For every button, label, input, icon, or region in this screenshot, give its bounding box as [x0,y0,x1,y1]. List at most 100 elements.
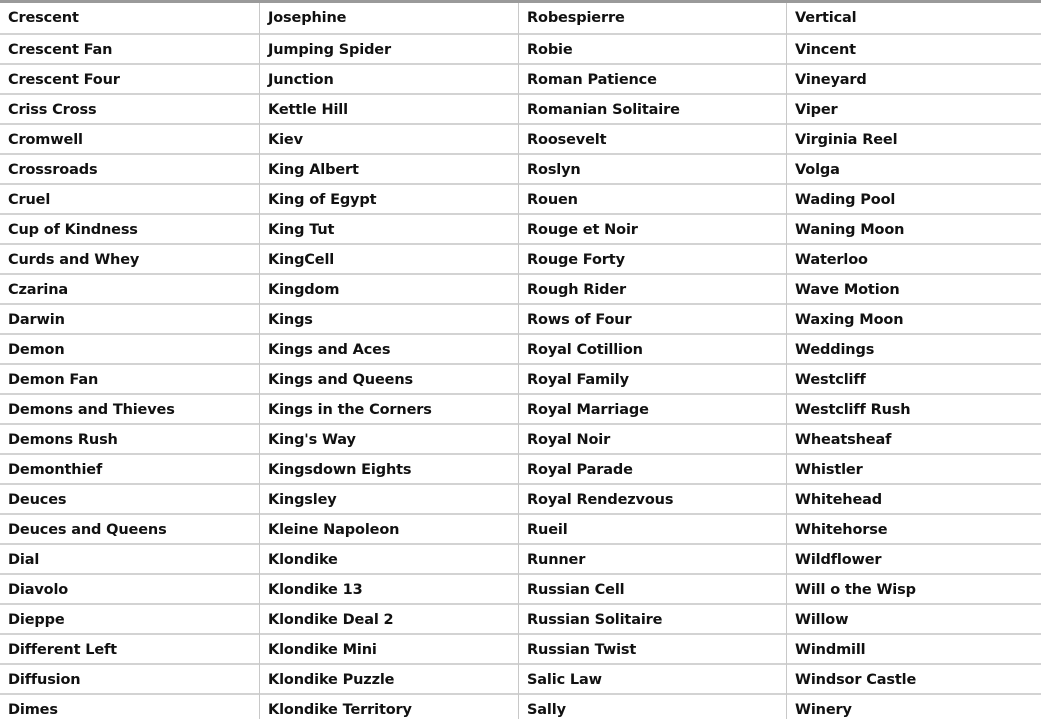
table-cell: Vineyard [787,65,1041,95]
table-cell: Royal Family [519,365,786,395]
table-cell: Kleine Napoleon [260,515,518,545]
table-cell: Will o the Wisp [787,575,1041,605]
table-cell: Westcliff Rush [787,395,1041,425]
table-cell: Royal Noir [519,425,786,455]
table-cell: Diavolo [0,575,259,605]
table-cell: Dieppe [0,605,259,635]
table-cell: Wildflower [787,545,1041,575]
table-cell: Vincent [787,35,1041,65]
table-column-4: Vertical Vincent Vineyard Viper Virginia Ree… [786,3,1041,719]
table-cell: Wave Motion [787,275,1041,305]
table-cell: Crossroads [0,155,259,185]
table-cell: Crescent [0,3,259,35]
table-cell: Waning Moon [787,215,1041,245]
table-cell: Curds and Whey [0,245,259,275]
table-cell: Windmill [787,635,1041,665]
table-cell: Wheatsheaf [787,425,1041,455]
table-cell: Darwin [0,305,259,335]
table-cell: Klondike Territory [260,695,518,719]
table-cell: Rows of Four [519,305,786,335]
table-cell: King of Egypt [260,185,518,215]
table-cell: King Albert [260,155,518,185]
table-cell: Roslyn [519,155,786,185]
table-cell: Criss Cross [0,95,259,125]
table-cell: Crescent Four [0,65,259,95]
table-cell: Rouge et Noir [519,215,786,245]
table-cell: Whistler [787,455,1041,485]
table-cell: Klondike 13 [260,575,518,605]
table-cell: Runner [519,545,786,575]
table-cell: Different Left [0,635,259,665]
table-cell: Robespierre [519,3,786,35]
table-cell: Waxing Moon [787,305,1041,335]
table-cell: Kingdom [260,275,518,305]
table-cell: Demons and Thieves [0,395,259,425]
table-cell: Kings in the Corners [260,395,518,425]
table-cell: Diffusion [0,665,259,695]
table-cell: Demon Fan [0,365,259,395]
table-cell: Dimes [0,695,259,719]
table-cell: Volga [787,155,1041,185]
table-cell: Royal Cotillion [519,335,786,365]
table-cell: Rueil [519,515,786,545]
table-cell: Josephine [260,3,518,35]
table-cell: Royal Parade [519,455,786,485]
table-cell: Royal Rendezvous [519,485,786,515]
table-cell: Romanian Solitaire [519,95,786,125]
table-cell: Rouge Forty [519,245,786,275]
table-cell: Crescent Fan [0,35,259,65]
table-cell: Deuces and Queens [0,515,259,545]
table-grid: Crescent Crescent Fan Crescent Four Criss C… [0,3,1041,719]
table-cell: Viper [787,95,1041,125]
table-cell: Kettle Hill [260,95,518,125]
table-cell: Jumping Spider [260,35,518,65]
table-cell: Kings and Aces [260,335,518,365]
table-cell: Whitehead [787,485,1041,515]
table-cell: Demon [0,335,259,365]
table-cell: Klondike Deal 2 [260,605,518,635]
table-cell: Dial [0,545,259,575]
table-cell: Kingsdown Eights [260,455,518,485]
table-cell: Cruel [0,185,259,215]
table-cell: Kings and Queens [260,365,518,395]
table-cell: Wading Pool [787,185,1041,215]
table-cell: Kings [260,305,518,335]
table-column-2: Josephine Jumping Spider Junction Kettle Hi… [259,3,518,719]
table-cell: Vertical [787,3,1041,35]
table-cell: Klondike Mini [260,635,518,665]
table-cell: Kiev [260,125,518,155]
table-cell: Waterloo [787,245,1041,275]
table-cell: Robie [519,35,786,65]
table-cell: Cup of Kindness [0,215,259,245]
table-cell: Sally [519,695,786,719]
table-cell: Rough Rider [519,275,786,305]
table-cell: Whitehorse [787,515,1041,545]
table-cell: Roosevelt [519,125,786,155]
table-cell: Deuces [0,485,259,515]
table-cell: KingCell [260,245,518,275]
table-cell: Roman Patience [519,65,786,95]
table-cell: Klondike Puzzle [260,665,518,695]
table-cell: Virginia Reel [787,125,1041,155]
table-cell: Russian Twist [519,635,786,665]
table-cell: King's Way [260,425,518,455]
table-cell: Cromwell [0,125,259,155]
table-cell: King Tut [260,215,518,245]
table-cell: Kingsley [260,485,518,515]
table-cell: Russian Solitaire [519,605,786,635]
table-cell: Westcliff [787,365,1041,395]
table-cell: Junction [260,65,518,95]
table-cell: Salic Law [519,665,786,695]
table-cell: Demonthief [0,455,259,485]
table-cell: Rouen [519,185,786,215]
table-cell: Royal Marriage [519,395,786,425]
table-column-3: Robespierre Robie Roman Patience Romanian S… [518,3,786,719]
game-name-index-table: Crescent Crescent Fan Crescent Four Criss C… [0,0,1041,719]
table-cell: Klondike [260,545,518,575]
table-cell: Demons Rush [0,425,259,455]
table-cell: Weddings [787,335,1041,365]
table-column-1: Crescent Crescent Fan Crescent Four Criss C… [0,3,259,719]
table-cell: Willow [787,605,1041,635]
table-cell: Russian Cell [519,575,786,605]
table-cell: Windsor Castle [787,665,1041,695]
